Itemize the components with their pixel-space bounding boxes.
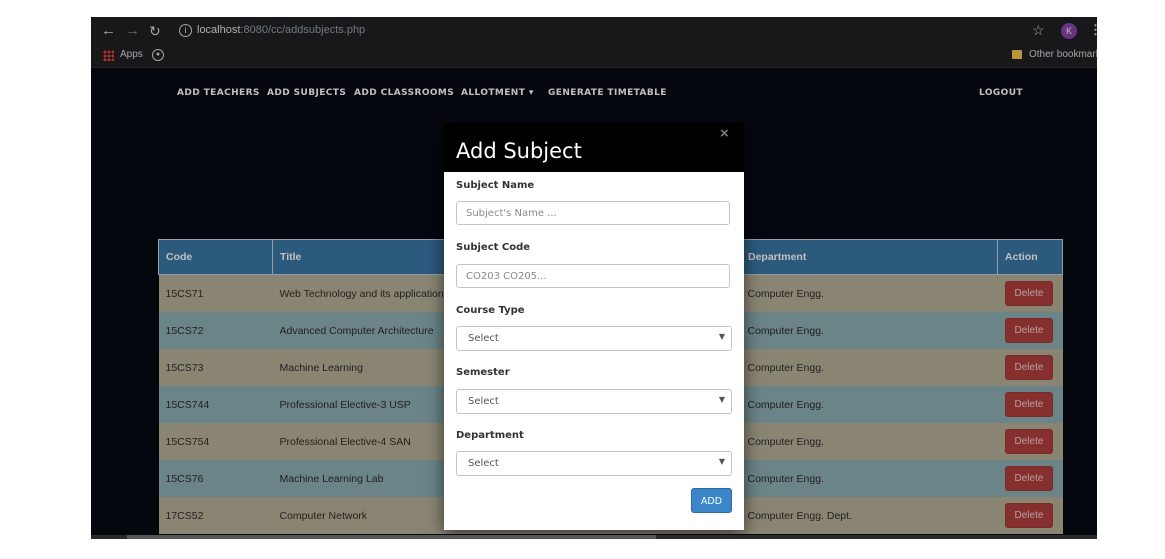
- add-subject-modal: Add Subject × Subject Name Subject Code …: [444, 123, 744, 530]
- modal-title: Add Subject: [456, 139, 582, 163]
- subject-code-label: Subject Code: [456, 242, 531, 253]
- department-value: Select: [468, 458, 499, 469]
- subject-code-input[interactable]: [456, 264, 730, 288]
- add-button[interactable]: ADD: [691, 488, 732, 513]
- modal-header: Add Subject ×: [444, 123, 744, 172]
- chevron-down-icon: ▼: [718, 332, 725, 341]
- department-label: Department: [456, 430, 524, 441]
- semester-select[interactable]: Select ▼: [456, 389, 732, 414]
- semester-label: Semester: [456, 367, 510, 378]
- subject-name-input[interactable]: [456, 201, 730, 225]
- course-type-select[interactable]: Select ▼: [456, 326, 732, 351]
- chevron-down-icon: ▼: [718, 395, 725, 404]
- scrollbar-thumb[interactable]: [127, 535, 656, 539]
- subject-name-label: Subject Name: [456, 180, 535, 191]
- semester-value: Select: [468, 396, 499, 407]
- chevron-down-icon: ▼: [718, 457, 725, 466]
- department-select[interactable]: Select ▼: [456, 451, 732, 476]
- close-icon[interactable]: ×: [720, 125, 729, 142]
- course-type-label: Course Type: [456, 305, 525, 316]
- browser-window: ← → ↻ i localhost:8080/cc/addsubjects.ph…: [91, 17, 1097, 539]
- course-type-value: Select: [468, 333, 499, 344]
